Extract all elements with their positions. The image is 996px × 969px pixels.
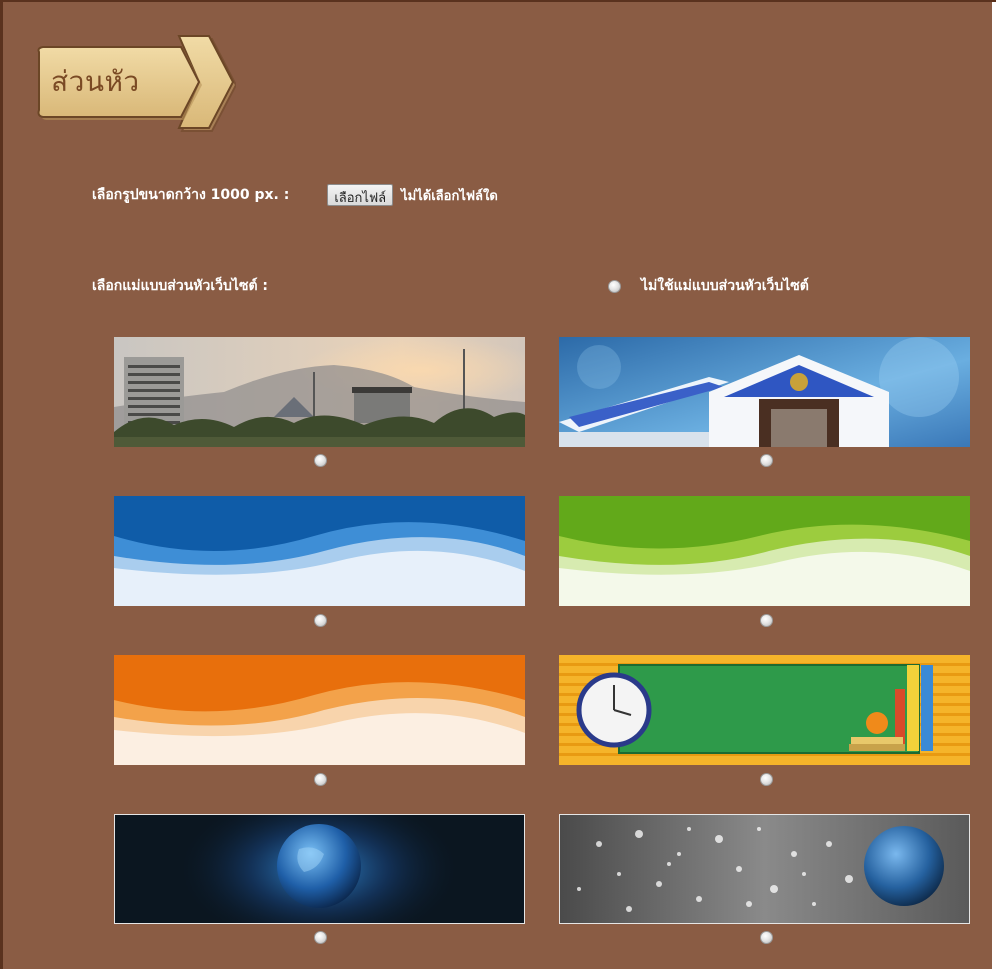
upload-row: เลือกรูปขนาดกว้าง 1000 px. : เลือกไฟล์ ไ…	[92, 184, 498, 206]
template-radio-chalkboard-clock[interactable]	[760, 773, 773, 786]
file-status-text: ไม่ได้เลือกไฟล์ใด	[401, 188, 498, 204]
template-radio-green-wave[interactable]	[760, 614, 773, 627]
no-template-label: ไม่ใช้แม่แบบส่วนหัวเว็บไซต์	[641, 278, 809, 294]
templates-label: เลือกแม่แบบส่วนหัวเว็บไซต์ :	[92, 278, 269, 294]
template-thumbnail-silver-bokeh-globe[interactable]	[559, 814, 970, 924]
template-radio-campus-photo[interactable]	[314, 454, 327, 467]
template-radio-orange-wave[interactable]	[314, 773, 327, 786]
template-thumbnail-green-wave[interactable]	[559, 496, 970, 606]
template-radio-blue-wave[interactable]	[314, 614, 327, 627]
choose-file-button[interactable]: เลือกไฟล์	[327, 184, 394, 206]
section-header-tag: ส่วนหัว	[31, 30, 236, 134]
content-panel: ส่วนหัว เลือกรูปขนาดกว้าง 1000 px. : เลื…	[0, 0, 996, 969]
template-thumbnail-orange-wave[interactable]	[114, 655, 525, 765]
template-radio-dark-globe[interactable]	[314, 931, 327, 944]
upload-label: เลือกรูปขนาดกว้าง 1000 px. :	[92, 187, 290, 203]
template-thumbnail-dark-globe[interactable]	[114, 814, 525, 924]
template-thumbnail-chalkboard-clock[interactable]	[559, 655, 970, 765]
section-title: ส่วนหัว	[51, 65, 140, 98]
template-radio-silver-bokeh-globe[interactable]	[760, 931, 773, 944]
template-thumbnail-blue-wave[interactable]	[114, 496, 525, 606]
template-thumbnail-campus-photo[interactable]	[114, 337, 525, 447]
no-template-radio[interactable]	[608, 279, 621, 293]
template-thumbnail-blue-building[interactable]	[559, 337, 970, 447]
no-template-option[interactable]: ไม่ใช้แม่แบบส่วนหัวเว็บไซต์	[608, 275, 809, 297]
template-radio-blue-building[interactable]	[760, 454, 773, 467]
